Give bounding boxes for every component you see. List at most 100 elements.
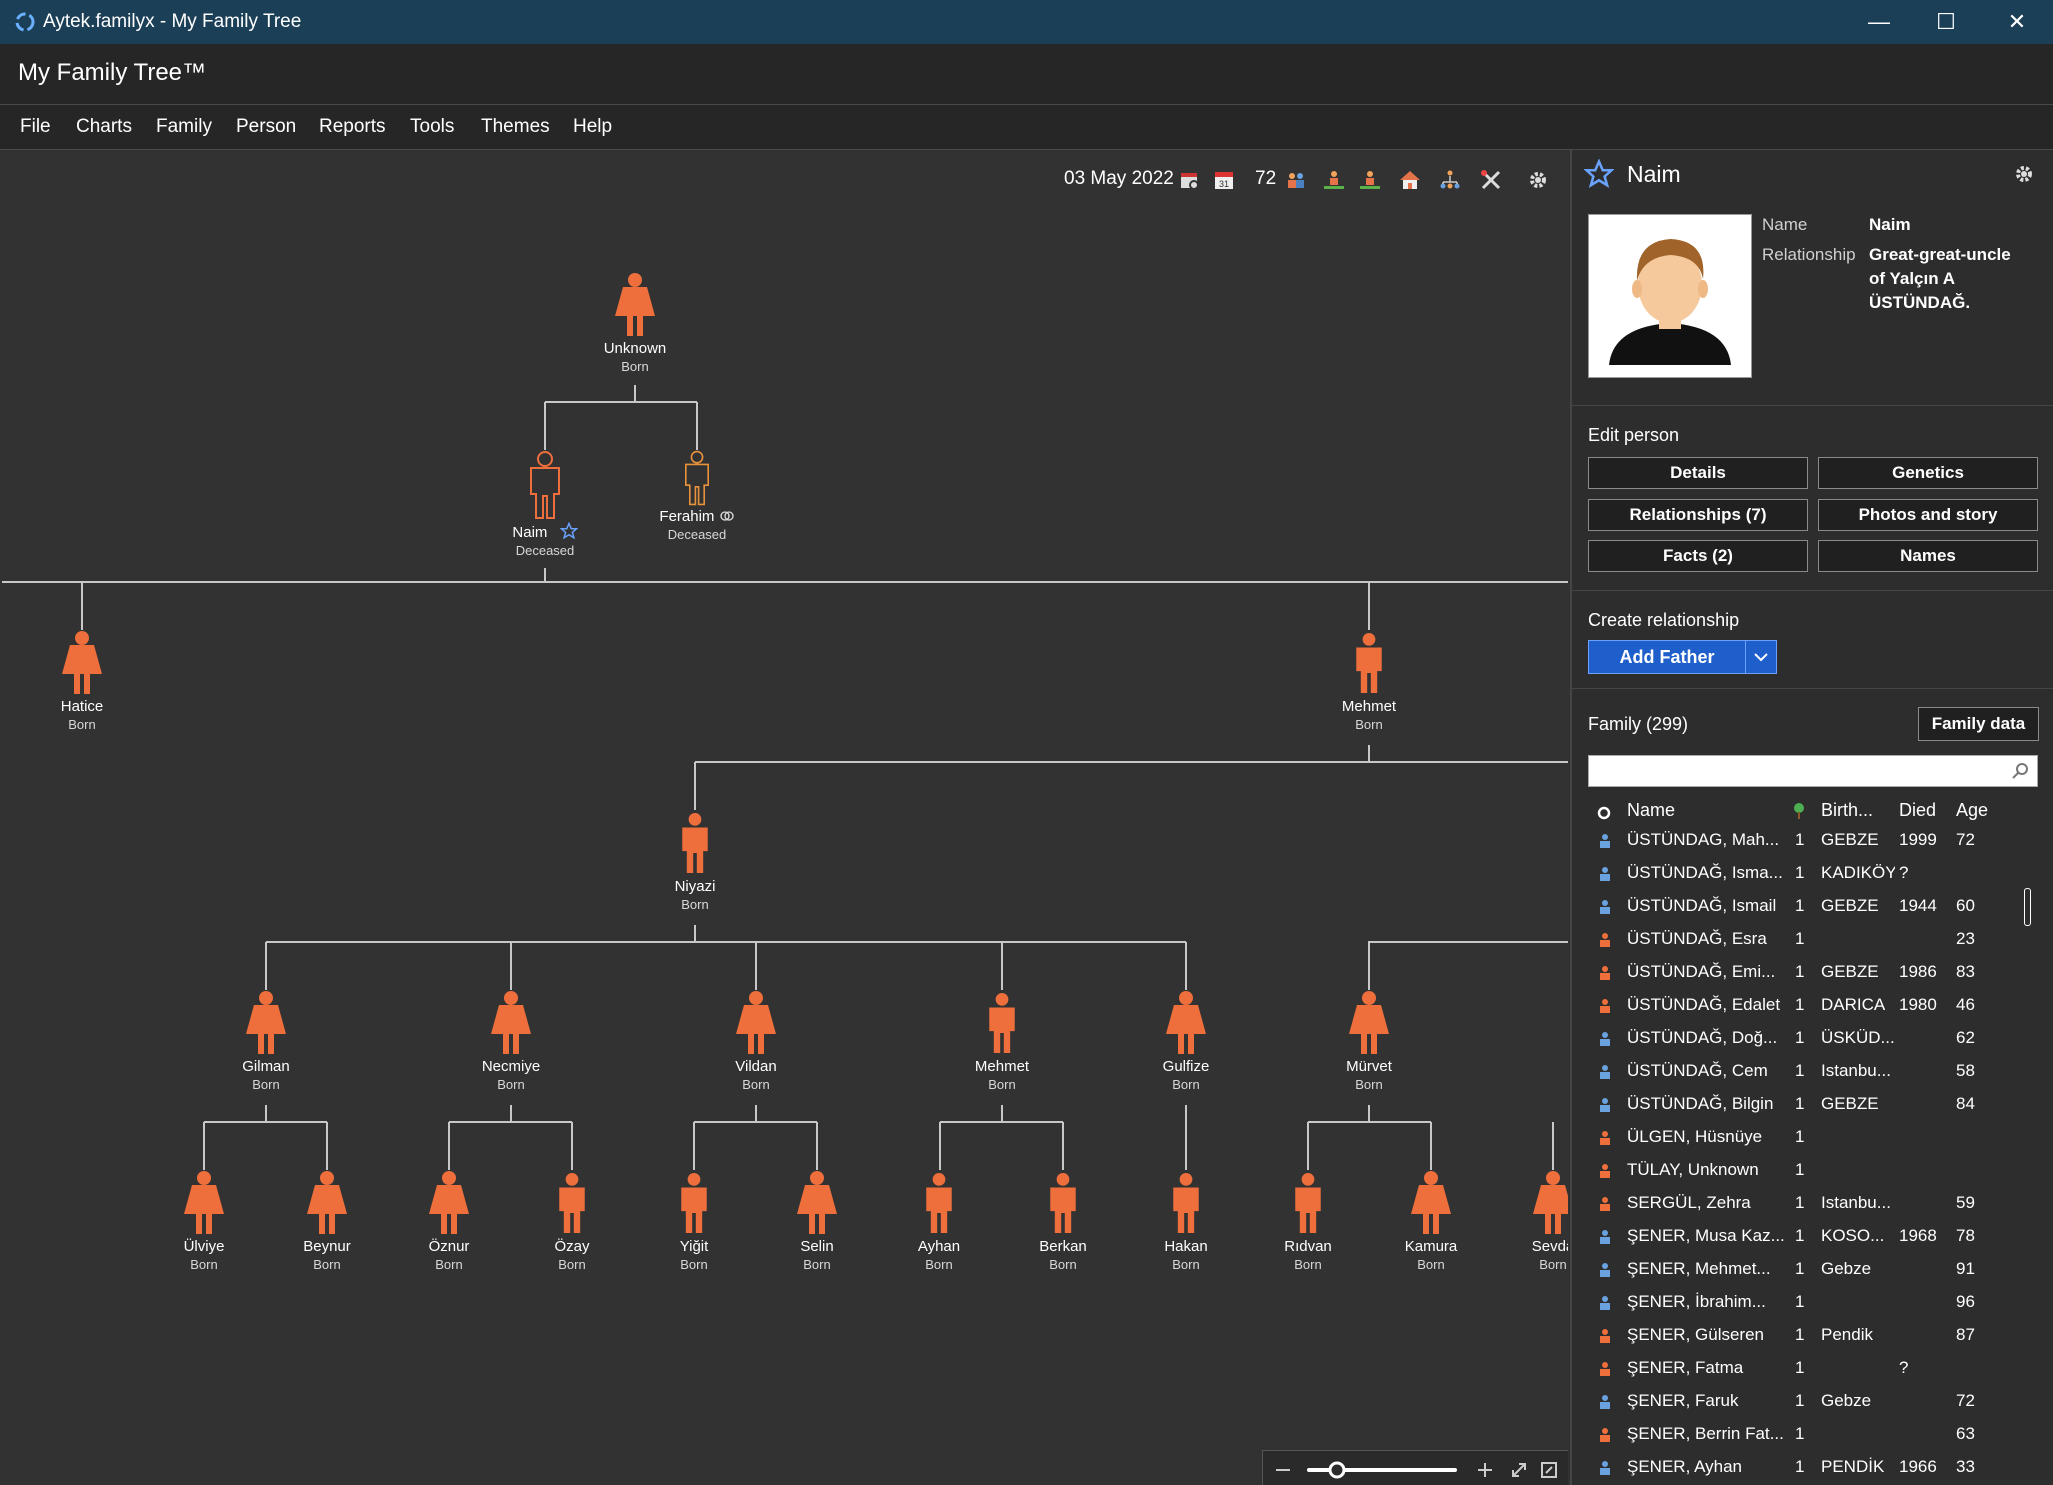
details-button[interactable]: Details — [1588, 457, 1808, 489]
select-all-radio-icon[interactable] — [1596, 805, 1612, 821]
person-node-necmiye[interactable]: Necmiye Born — [451, 990, 571, 1092]
generation-tree-icon[interactable] — [1791, 802, 1807, 820]
family-list-row[interactable]: ÜSTÜNDAĞ, Cem 1 Istanbu... 58 — [1572, 1055, 2053, 1088]
family-list-row[interactable]: ŞENER, Ayhan 1 PENDİK 1966 33 — [1572, 1451, 2053, 1484]
person-node-ridvan[interactable]: Rıdvan Born — [1248, 1170, 1368, 1272]
family-list-row[interactable]: TÜLAY, Unknown 1 — [1572, 1154, 2053, 1187]
person-node-unknown[interactable]: Unknown Born — [575, 272, 695, 374]
person-node-gulfize[interactable]: Gulfize Born — [1126, 990, 1246, 1092]
row-generation: 1 — [1795, 863, 1805, 882]
family-search-input[interactable] — [1588, 755, 2038, 787]
family-list-row[interactable]: ÜSTÜNDAG, Mah... 1 GEBZE 1999 72 — [1572, 824, 2053, 857]
person-node-oznur[interactable]: Öznur Born — [389, 1170, 509, 1272]
person-node-selin[interactable]: Selin Born — [757, 1170, 877, 1272]
photos-and-story-button[interactable]: Photos and story — [1818, 499, 2038, 531]
row-died: 1944 — [1899, 896, 1937, 915]
person-node-ulviye[interactable]: Ülviye Born — [144, 1170, 264, 1272]
row-name: ÜSTÜNDAĞ, Cem — [1627, 1061, 1768, 1080]
person-node-gilman[interactable]: Gilman Born — [206, 990, 326, 1092]
family-list-row[interactable]: ÜLGEN, Hüsnüye 1 — [1572, 1121, 2053, 1154]
person-node-ferahim[interactable]: Ferahim Deceased — [637, 450, 757, 542]
relationships-button[interactable]: Relationships (7) — [1588, 499, 1808, 531]
menu-family[interactable]: Family — [156, 116, 212, 138]
full-screen-icon[interactable] — [1539, 1460, 1559, 1480]
family-list-row[interactable]: ÜSTÜNDAĞ, Doğ... 1 ÜSKÜD... 62 — [1572, 1022, 2053, 1055]
row-generation: 1 — [1795, 1094, 1805, 1113]
person-node-naim[interactable]: Naim Deceased — [485, 450, 605, 558]
person-name: Rıdvan — [1284, 1238, 1332, 1255]
family-list-row[interactable]: ÜSTÜNDAĞ, Emi... 1 GEBZE 1986 83 — [1572, 956, 2053, 989]
person-node-mehmet-2[interactable]: Mehmet Born — [942, 990, 1062, 1092]
column-header-died[interactable]: Died — [1899, 800, 1936, 821]
family-list-row[interactable]: ŞENER, Gülseren 1 Pendik 87 — [1572, 1319, 2053, 1352]
family-list-row[interactable]: ŞENER, Musa Kaz... 1 KOSO... 1968 78 — [1572, 1220, 2053, 1253]
family-list-row[interactable]: ÜSTÜNDAĞ, Ismail 1 GEBZE 1944 60 — [1572, 890, 2053, 923]
family-data-button[interactable]: Family data — [1918, 707, 2039, 741]
person-photo[interactable] — [1588, 214, 1752, 378]
person-node-beynur[interactable]: Beynur Born — [267, 1170, 387, 1272]
person-node-mehmet[interactable]: Mehmet Born — [1309, 630, 1429, 732]
create-relationship-heading: Create relationship — [1588, 610, 1740, 630]
family-list-row[interactable]: ŞENER, Berrin Fat... 1 63 — [1572, 1418, 2053, 1451]
menu-person[interactable]: Person — [236, 116, 296, 138]
star-icon[interactable] — [1584, 159, 1614, 189]
menu-tools[interactable]: Tools — [410, 116, 454, 138]
menu-charts[interactable]: Charts — [76, 116, 132, 138]
minimize-button[interactable]: — — [1845, 0, 1913, 44]
female-person-icon — [1600, 1329, 1610, 1343]
column-header-age[interactable]: Age — [1956, 800, 1988, 821]
maximize-button[interactable]: ☐ — [1912, 0, 1980, 44]
person-node-berkan[interactable]: Berkan Born — [1003, 1170, 1123, 1272]
zoom-in-icon[interactable] — [1475, 1460, 1495, 1480]
male-person-icon — [926, 1173, 952, 1233]
menu-file[interactable]: File — [20, 116, 51, 138]
person-status: Born — [313, 1257, 341, 1272]
family-list-row[interactable]: ÜSTÜNDAĞ, Bilgin 1 GEBZE 84 — [1572, 1088, 2053, 1121]
genetics-button[interactable]: Genetics — [1818, 457, 2038, 489]
family-list-row[interactable]: ÜSTÜNDAĞ, Edalet 1 DARICA 1980 46 — [1572, 989, 2053, 1022]
add-father-button[interactable]: Add Father — [1588, 640, 1746, 674]
zoom-out-icon[interactable] — [1273, 1460, 1293, 1480]
row-name: ÜSTÜNDAĞ, Esra — [1627, 929, 1767, 948]
column-header-birth[interactable]: Birth... — [1821, 800, 1873, 821]
menu-help[interactable]: Help — [573, 116, 612, 138]
family-list-row[interactable]: SERGÜL, Zehra 1 Istanbu... 59 — [1572, 1187, 2053, 1220]
zoom-controls — [1262, 1450, 1568, 1485]
person-node-hatice[interactable]: Hatice Born — [22, 630, 142, 732]
family-list-row[interactable]: ŞENER, İbrahim... 1 96 — [1572, 1286, 2053, 1319]
person-node-ayhan[interactable]: Ayhan Born — [879, 1170, 999, 1272]
person-node-sevda[interactable]: Sevda Born — [1493, 1170, 1568, 1272]
person-node-kamura[interactable]: Kamura Born — [1371, 1170, 1491, 1272]
facts-button[interactable]: Facts (2) — [1588, 540, 1808, 572]
close-button[interactable]: ✕ — [1983, 0, 2051, 44]
person-name: Unknown — [603, 340, 667, 357]
menu-reports[interactable]: Reports — [319, 116, 386, 138]
person-node-ozay[interactable]: Özay Born — [512, 1170, 632, 1272]
family-tree-chart[interactable]: 03 May 2022 31 72 Unknown Born Naim Dece… — [2, 150, 1568, 1485]
names-button[interactable]: Names — [1818, 540, 2038, 572]
column-header-name[interactable]: Name — [1627, 800, 1675, 821]
person-node-niyazi[interactable]: Niyazi Born — [635, 810, 755, 912]
person-node-yigit[interactable]: Yiğit Born — [634, 1170, 754, 1272]
menu-themes[interactable]: Themes — [481, 116, 550, 138]
female-person-icon — [1600, 1131, 1610, 1145]
add-relationship-dropdown[interactable] — [1745, 640, 1777, 674]
panel-settings-gear-icon[interactable] — [2012, 162, 2036, 186]
family-list-row[interactable]: ŞENER, Faruk 1 Gebze 72 — [1572, 1385, 2053, 1418]
person-node-hakan[interactable]: Hakan Born — [1126, 1170, 1246, 1272]
person-node-vildan[interactable]: Vildan Born — [696, 990, 816, 1092]
zoom-slider[interactable] — [1307, 1459, 1457, 1481]
family-list-row[interactable]: ŞENER, Fatma 1? — [1572, 1352, 2053, 1385]
row-generation: 1 — [1795, 896, 1805, 915]
fit-to-screen-icon[interactable] — [1509, 1460, 1529, 1480]
person-node-murvet[interactable]: Mürvet Born — [1309, 990, 1429, 1092]
male-person-icon — [1600, 1032, 1610, 1046]
family-list-row[interactable]: ŞENER, Mehmet... 1 Gebze 91 — [1572, 1253, 2053, 1286]
tree-connectors — [2, 385, 1568, 1170]
row-generation: 1 — [1795, 1424, 1805, 1443]
person-status: Born — [803, 1257, 831, 1272]
family-list-row[interactable]: ÜSTÜNDAĞ, Isma... 1 KADIKÖY? — [1572, 857, 2053, 890]
person-status: Deceased — [667, 527, 727, 542]
family-list-row[interactable]: ÜSTÜNDAĞ, Esra 1 23 — [1572, 923, 2053, 956]
family-list-scrollbar[interactable] — [2024, 888, 2031, 926]
